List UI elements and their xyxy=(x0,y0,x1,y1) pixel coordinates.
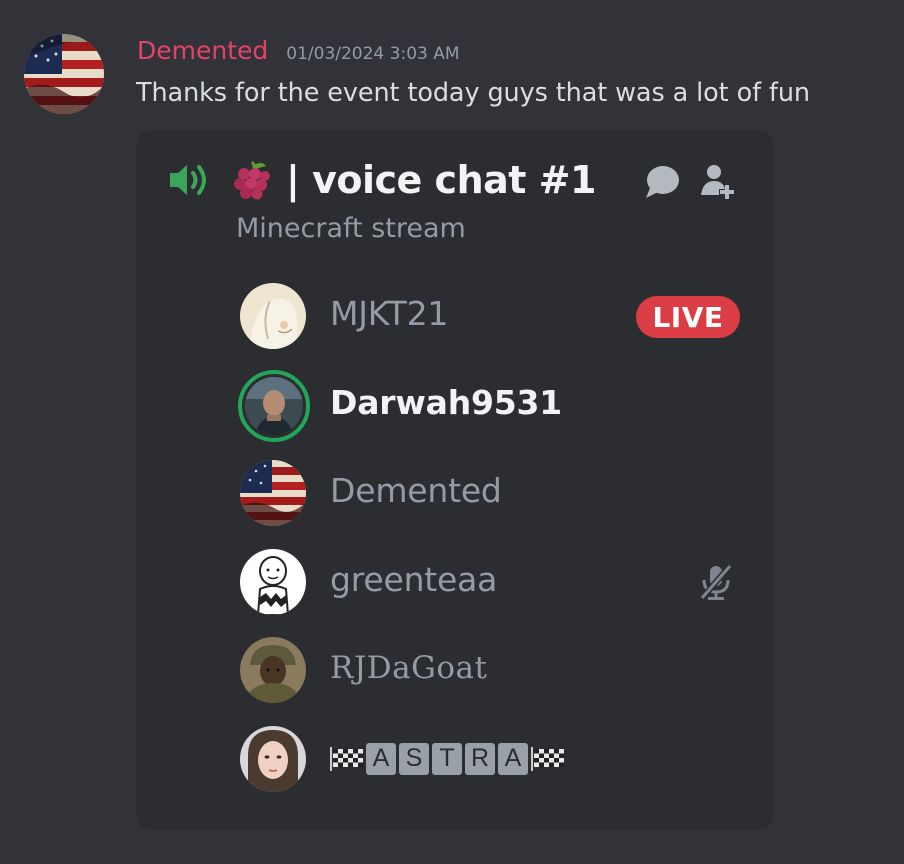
voice-channel-header: | voice chat #1 xyxy=(166,154,596,206)
name-letter: A xyxy=(366,742,396,775)
live-badge: LIVE xyxy=(636,296,740,338)
chat-bubble-icon[interactable] xyxy=(640,160,684,204)
avatar xyxy=(245,376,303,435)
name-letter: S xyxy=(399,742,429,775)
message-header: Demented 01/03/2024 3:03 AM xyxy=(137,36,460,70)
voice-member-list: MJKT21 LIVE Darwah9531 Demented greentea… xyxy=(238,282,748,813)
voice-member[interactable]: RJDaGoat xyxy=(238,636,748,725)
avatar xyxy=(240,460,306,526)
voice-channel-embed[interactable]: | voice chat #1 Minecraft stream MJKT21 … xyxy=(136,130,774,830)
member-name: Demented xyxy=(330,471,502,510)
author-avatar[interactable] xyxy=(24,34,104,114)
avatar xyxy=(240,548,306,615)
member-name: MJKT21 xyxy=(330,294,449,333)
message-timestamp: 01/03/2024 3:03 AM xyxy=(286,44,460,64)
voice-member[interactable]: greenteaa xyxy=(238,548,748,637)
add-user-icon[interactable] xyxy=(696,160,740,204)
author-name[interactable]: Demented xyxy=(137,36,268,65)
checkered-flag-icon xyxy=(531,746,567,771)
channel-name[interactable]: | voice chat #1 xyxy=(286,158,596,202)
member-name: greenteaa xyxy=(330,559,498,599)
member-name: Darwah9531 xyxy=(330,382,563,422)
voice-member[interactable]: Darwah9531 xyxy=(238,369,748,460)
name-letter: A xyxy=(498,742,528,775)
channel-topic: Minecraft stream xyxy=(236,213,466,244)
message-content: Thanks for the event today guys that was… xyxy=(136,78,810,108)
voice-member[interactable]: MJKT21 LIVE xyxy=(238,282,748,371)
voice-member[interactable]: A S T R A xyxy=(238,725,748,814)
avatar xyxy=(240,725,306,792)
checkered-flag-icon xyxy=(330,746,366,771)
name-letter: T xyxy=(432,742,462,775)
chat-message: Demented 01/03/2024 3:03 AM Thanks for t… xyxy=(0,0,904,864)
mic-muted-icon xyxy=(694,560,738,604)
grapes-emoji-icon xyxy=(228,156,276,204)
speaking-indicator xyxy=(238,369,310,442)
voice-member[interactable]: Demented xyxy=(238,459,748,548)
avatar xyxy=(240,637,306,703)
member-name: RJDaGoat xyxy=(330,650,488,686)
avatar xyxy=(240,283,306,349)
speaker-icon xyxy=(166,156,214,204)
member-name: A S T R A xyxy=(330,741,567,777)
name-letter: R xyxy=(465,742,495,775)
